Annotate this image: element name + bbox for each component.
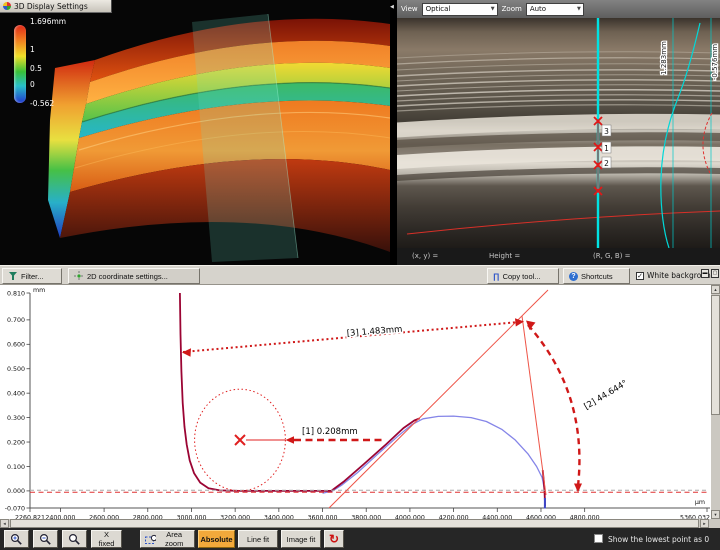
- 3d-settings-title: 3D Display Settings: [14, 2, 88, 11]
- lowest-point-checkbox[interactable]: [594, 534, 603, 543]
- hscroll-thumb[interactable]: [10, 519, 699, 528]
- annotation-3-label: [3] 1.483mm: [346, 325, 402, 339]
- copy-tool-icon: ∏: [493, 272, 500, 281]
- svg-text:3: 3: [604, 127, 609, 136]
- scroll-up-icon[interactable]: ▲: [711, 285, 720, 294]
- profile-chart[interactable]: mm µm 0.810 0.700 0.600 0.500 0.400 0.300 0.20…: [0, 285, 711, 519]
- annotation-angle: [2] 44.644°: [526, 321, 629, 493]
- chevron-down-icon: ▼: [577, 6, 581, 12]
- view-dropdown[interactable]: Optical▼: [422, 3, 498, 16]
- collapse-left-icon[interactable]: ◀: [390, 4, 394, 10]
- chart-axes: [30, 293, 710, 508]
- line-fit-button[interactable]: Line fit: [238, 530, 278, 548]
- question-icon: ?: [569, 272, 578, 281]
- profile-toolbar: Filter... 2D coordinate settings... ∏ Co…: [0, 265, 720, 285]
- zoom-label: Zoom: [502, 5, 522, 13]
- y-tick-label: -0.070: [5, 505, 25, 512]
- zoom-reset-button[interactable]: [62, 530, 87, 548]
- svg-text:2: 2: [604, 159, 609, 168]
- vscroll-thumb[interactable]: [711, 295, 720, 415]
- line-fit-diagonal: [329, 290, 548, 508]
- coordinate-axes-icon: [74, 271, 84, 281]
- coordinate-settings-button[interactable]: 2D coordinate settings...: [68, 268, 200, 284]
- 3d-display-settings-titlebar[interactable]: 3D Display Settings: [0, 0, 112, 13]
- area-zoom-icon: [145, 534, 156, 545]
- y-tick-label: 0.400: [7, 390, 25, 397]
- optical-image[interactable]: 3 1 2 1.283mm -0.576mm: [397, 18, 720, 248]
- absolute-button[interactable]: Absolute: [198, 530, 235, 548]
- zoom-in-button[interactable]: [4, 530, 29, 548]
- status-rgb: (R, G, B) =: [593, 252, 631, 260]
- magnifier-icon: [68, 533, 81, 546]
- image-fit-button[interactable]: Image fit: [281, 530, 321, 548]
- zoom-out-icon: [39, 533, 52, 546]
- colorbar-tick-1: 1: [30, 45, 35, 54]
- scrollbar-corner: [711, 519, 720, 528]
- chart-control-bar: X fixed Area zoom Absolute Line fit Imag…: [0, 528, 720, 550]
- area-zoom-button[interactable]: Area zoom: [140, 530, 195, 548]
- chart-vertical-scrollbar[interactable]: ▲ ▼: [711, 285, 720, 519]
- maximize-button[interactable]: ▢: [711, 269, 719, 278]
- y-axis-unit: mm: [33, 287, 45, 294]
- filter-button[interactable]: Filter...: [2, 268, 62, 284]
- lowest-point-label: Show the lowest point as 0: [608, 535, 709, 544]
- copy-tool-button[interactable]: ∏ Copy tool...: [487, 268, 559, 284]
- colorbar-min-label: -0.562: [30, 99, 54, 108]
- height-value-left: 1.283mm: [660, 41, 668, 75]
- y-tick-label: 0.300: [7, 415, 25, 422]
- zoom-out-button[interactable]: [33, 530, 58, 548]
- y-tick-label: 0.500: [7, 366, 25, 373]
- refresh-button[interactable]: ↻: [324, 530, 344, 548]
- zoom-dropdown[interactable]: Auto▼: [526, 3, 584, 16]
- minimize-button[interactable]: ▬: [701, 269, 709, 278]
- panel-3d-view: 1.696mm 1 0.5 0 -0.562 3D Display Settin…: [0, 0, 390, 265]
- chart-horizontal-scrollbar[interactable]: ◄ ►: [0, 519, 711, 528]
- annotation-distance: [3] 1.483mm: [182, 318, 524, 357]
- scroll-right-icon[interactable]: ►: [700, 519, 709, 528]
- scroll-down-icon[interactable]: ▼: [711, 510, 720, 519]
- chart-dynamic-layer: 0.810 0.700 0.600 0.500 0.400 0.300 0.200 0.100…: [5, 290, 710, 519]
- panel-collapse-strip[interactable]: ◀: [390, 0, 397, 265]
- optical-status-bar: (x, y) = Height = (R, G, B) =: [397, 248, 720, 265]
- height-value-right: -0.576mm: [711, 44, 719, 80]
- chart-annotations: [1] 0.208mm [3] 1.483mm [2] 44.644°: [30, 290, 707, 508]
- optical-toolbar: View Optical▼ Zoom Auto▼: [397, 0, 720, 18]
- colorbar-max-label: 1.696mm: [30, 17, 66, 26]
- height-colorbar: [14, 25, 26, 103]
- y-tick-label: 0.600: [7, 342, 25, 349]
- series-measured-profile: [180, 293, 420, 491]
- annotation-2-label: [2] 44.644°: [583, 378, 630, 412]
- x-fixed-button[interactable]: X fixed: [91, 530, 122, 548]
- y-tick-label: 0.000: [7, 488, 25, 495]
- view-label: View: [401, 5, 418, 13]
- white-background-checkbox[interactable]: ✓: [636, 272, 644, 280]
- 3d-settings-icon: [3, 2, 11, 10]
- y-tick-label: 0.700: [7, 317, 25, 324]
- status-xy: (x, y) =: [412, 252, 438, 260]
- x-axis-unit: µm: [695, 499, 705, 506]
- app-window: 1.696mm 1 0.5 0 -0.562 3D Display Settin…: [0, 0, 720, 550]
- refresh-icon: ↻: [329, 532, 339, 546]
- colorbar-tick-05: 0.5: [30, 64, 42, 73]
- colorbar-tick-0: 0: [30, 80, 35, 89]
- filter-funnel-icon: [8, 271, 18, 281]
- chevron-down-icon: ▼: [491, 6, 495, 12]
- svg-text:1: 1: [604, 144, 609, 153]
- 3d-surface-render: [0, 0, 390, 265]
- measure-point-labels: 3 1 2: [602, 125, 611, 168]
- y-tick-label: 0.810: [7, 290, 25, 297]
- scroll-left-icon[interactable]: ◄: [0, 519, 9, 528]
- zoom-in-icon: [10, 533, 23, 546]
- y-tick-label: 0.100: [7, 464, 25, 471]
- y-tick-label: 0.200: [7, 439, 25, 446]
- status-height: Height =: [489, 252, 520, 260]
- annotation-1-label: [1] 0.208mm: [302, 427, 358, 437]
- shortcuts-button[interactable]: ? Shortcuts: [563, 268, 630, 284]
- panel-optical-view: ◀ View Optical▼ Zoom Auto▼: [390, 0, 720, 265]
